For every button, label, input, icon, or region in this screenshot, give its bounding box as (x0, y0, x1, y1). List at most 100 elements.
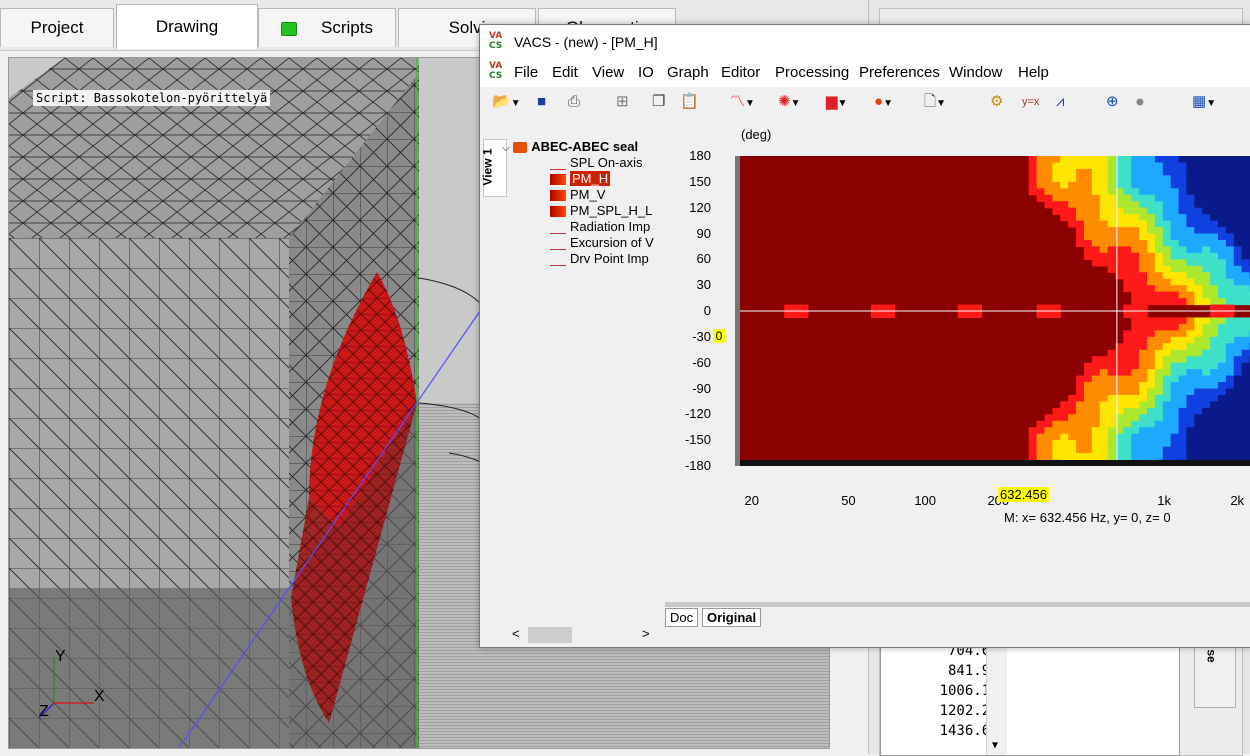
menu-processing[interactable]: Processing (775, 64, 849, 81)
heatmap-cell (1234, 162, 1242, 169)
heatmap-cell (1242, 343, 1250, 350)
heatmap-cell (1163, 195, 1171, 202)
heatmap-cell (1052, 201, 1060, 208)
tab-doc[interactable]: Doc (665, 608, 698, 627)
tree-item-radiation-imp[interactable]: Radiation Imp (550, 219, 650, 235)
heatmap-cell (1242, 272, 1250, 279)
heatmap-cell (1210, 201, 1218, 208)
heatmap-chart[interactable] (735, 156, 1250, 466)
menu-edit[interactable]: Edit (552, 64, 578, 81)
tree-item-pm-h[interactable]: PM_H (550, 171, 610, 187)
heatmap-cell (1131, 279, 1139, 286)
tree-icon[interactable]: ⊞ (616, 92, 629, 112)
tab-scripts[interactable]: Scripts (258, 8, 396, 47)
copy-icon[interactable]: ❐ (652, 92, 665, 112)
menu-io[interactable]: IO (638, 64, 654, 81)
tree-item-spl-on-axis[interactable]: SPL On-axis (550, 155, 643, 171)
heatmap-cell (1194, 201, 1202, 208)
open-folder-icon[interactable]: 📂▼ (492, 92, 521, 112)
polar-graph-icon[interactable]: ✺▼ (778, 92, 800, 112)
heatmap-cell (1234, 240, 1242, 247)
heatmap-cell (1194, 401, 1202, 408)
heatmap-cell (1108, 227, 1116, 234)
heatmap-cell (1100, 195, 1108, 202)
vacs-doc-icon[interactable]: VACS (489, 61, 507, 83)
window-layout-icon[interactable]: ▦▼ (1192, 92, 1216, 112)
heatmap-cell (1037, 188, 1045, 195)
heatmap-cell (1171, 188, 1179, 195)
tree-horizontal-scrollbar[interactable]: < > (508, 625, 658, 645)
heatmap-plot-area[interactable]: (deg) 1801501209060300-30-60-90-120-150-… (665, 115, 1250, 620)
heatmap-graph-icon[interactable]: ▆▼ (826, 92, 847, 112)
heatmap-cell (1076, 389, 1084, 396)
heatmap-cell (1147, 317, 1155, 324)
heatmap-cell (1226, 285, 1234, 292)
heatmap-cell (1147, 298, 1155, 305)
menu-view[interactable]: View (592, 64, 624, 81)
tree-item-pm-spl-h-l[interactable]: PM_SPL_H_L (550, 203, 652, 219)
heatmap-cell (966, 311, 974, 318)
line-graph-icon[interactable]: 〽▼ (730, 92, 755, 112)
tab-drawing[interactable]: Drawing (116, 4, 258, 49)
heatmap-cell (1234, 434, 1242, 441)
heatmap-cell (1242, 175, 1250, 182)
multi-line-icon[interactable]: ⩘ (1056, 92, 1064, 112)
heatmap-cell (1084, 182, 1092, 189)
menu-help[interactable]: Help (1018, 64, 1049, 81)
heatmap-cell (1037, 169, 1045, 176)
heatmap-cell (1242, 298, 1250, 305)
window-titlebar[interactable]: VACS VACS - (new) - [PM_H] (480, 25, 1250, 59)
side-tab[interactable]: se (1194, 640, 1236, 708)
tree-item-drv-point-imp[interactable]: Drv Point Imp (550, 251, 649, 267)
heatmap-cell (1218, 246, 1226, 253)
tab-project[interactable]: Project (0, 8, 114, 47)
heatmap-cell (1218, 298, 1226, 305)
heatmap-cell (1092, 369, 1100, 376)
frequency-value-list[interactable]: 704.616 841.974 1006.109 1202.240 1436.6… (880, 646, 1180, 756)
save-icon[interactable]: ■ (537, 92, 546, 112)
heatmap-cell (1123, 214, 1131, 221)
chevron-down-icon[interactable]: ▼ (992, 740, 998, 751)
menu-window[interactable]: Window (949, 64, 1002, 81)
heatmap-cell (1226, 369, 1234, 376)
heatmap-cell (1242, 259, 1250, 266)
heatmap-cell (1186, 414, 1194, 421)
heatmap-cell (1163, 240, 1171, 247)
tree-item-pm-v[interactable]: PM_V (550, 187, 605, 203)
heatmap-cell (1179, 208, 1187, 215)
heatmap-cell (1226, 156, 1234, 163)
chevron-right-icon[interactable]: > (642, 626, 650, 641)
heatmap-cell (1194, 221, 1202, 228)
heatmap-cell (1171, 246, 1179, 253)
print-icon[interactable]: ⎙ (568, 92, 580, 112)
heatmap-cell (1060, 195, 1068, 202)
add-graph-icon[interactable]: ⊕ (1106, 92, 1119, 112)
menu-graph[interactable]: Graph (667, 64, 709, 81)
list-scrollbar[interactable]: ▼ (986, 647, 1007, 755)
chevron-left-icon[interactable]: < (512, 626, 520, 641)
heatmap-cell (1155, 240, 1163, 247)
chevron-down-icon[interactable]: ⌵ (502, 143, 510, 154)
heatmap-cell (1131, 382, 1139, 389)
tree-item-label: SPL On-axis (570, 155, 643, 170)
tab-original[interactable]: Original (702, 608, 761, 627)
scroll-thumb[interactable] (528, 627, 572, 643)
menu-editor[interactable]: Editor (721, 64, 760, 81)
balloon-graph-icon[interactable]: ●▼ (874, 92, 893, 112)
stop-icon[interactable]: ⬣ (1136, 92, 1144, 112)
paste-icon[interactable]: 📋 (680, 92, 699, 112)
heatmap-cell (1242, 401, 1250, 408)
menu-preferences[interactable]: Preferences (859, 64, 940, 81)
xy-graph-icon[interactable]: y=x (1022, 92, 1039, 112)
heatmap-cell (1171, 414, 1179, 421)
heatmap-cell (1234, 266, 1242, 273)
calculator-icon[interactable]: ⚙ (990, 92, 1003, 112)
heatmap-cell (1147, 292, 1155, 299)
toolbar: 📂▼ ■ ⎙ ⊞ ❐ 📋 〽▼ ✺▼ ▆▼ ●▼ 🗋▼ ⚙ y=x ⩘ ⊕ ⬣ … (480, 87, 1250, 117)
tree-item-excursion[interactable]: Excursion of V (550, 235, 654, 251)
heatmap-cell (1076, 421, 1084, 428)
menu-file[interactable]: File (514, 64, 538, 81)
tree-item-label: Radiation Imp (570, 219, 650, 234)
new-doc-icon[interactable]: 🗋▼ (924, 92, 946, 112)
tree-root[interactable]: ⌵ ABEC-ABEC seal (502, 139, 638, 155)
